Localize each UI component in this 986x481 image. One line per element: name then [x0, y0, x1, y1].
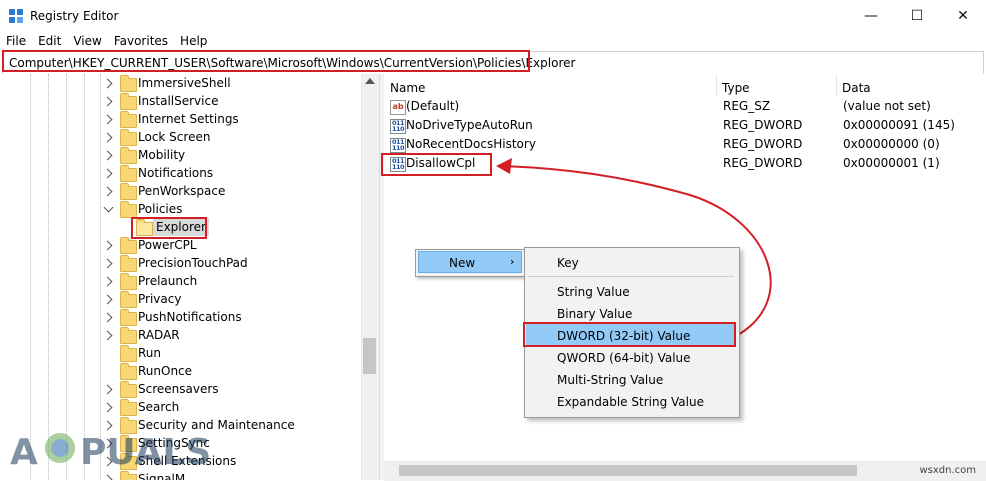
- appuals-logo: A PUALS: [10, 432, 211, 473]
- menu-item-new[interactable]: New ›: [418, 251, 522, 273]
- submenu-binary-value[interactable]: Binary Value: [557, 306, 632, 322]
- submenu-qword-value[interactable]: QWORD (64-bit) Value: [557, 350, 691, 366]
- submenu-expandable-string-value[interactable]: Expandable String Value: [557, 394, 704, 410]
- submenu-multistring-value[interactable]: Multi-String Value: [557, 372, 663, 388]
- annotation-arrow: [496, 158, 772, 337]
- svg-text:A: A: [10, 432, 38, 473]
- submenu-key[interactable]: Key: [557, 255, 579, 271]
- chevron-right-icon: ›: [510, 255, 515, 268]
- site-watermark: wsxdn.com: [919, 465, 976, 476]
- submenu-dword-value[interactable]: DWORD (32-bit) Value: [557, 328, 690, 344]
- submenu-separator: [528, 276, 734, 277]
- menu-item-new-label: New: [449, 256, 476, 270]
- submenu-string-value[interactable]: String Value: [557, 284, 630, 300]
- svg-text:PUALS: PUALS: [80, 432, 211, 473]
